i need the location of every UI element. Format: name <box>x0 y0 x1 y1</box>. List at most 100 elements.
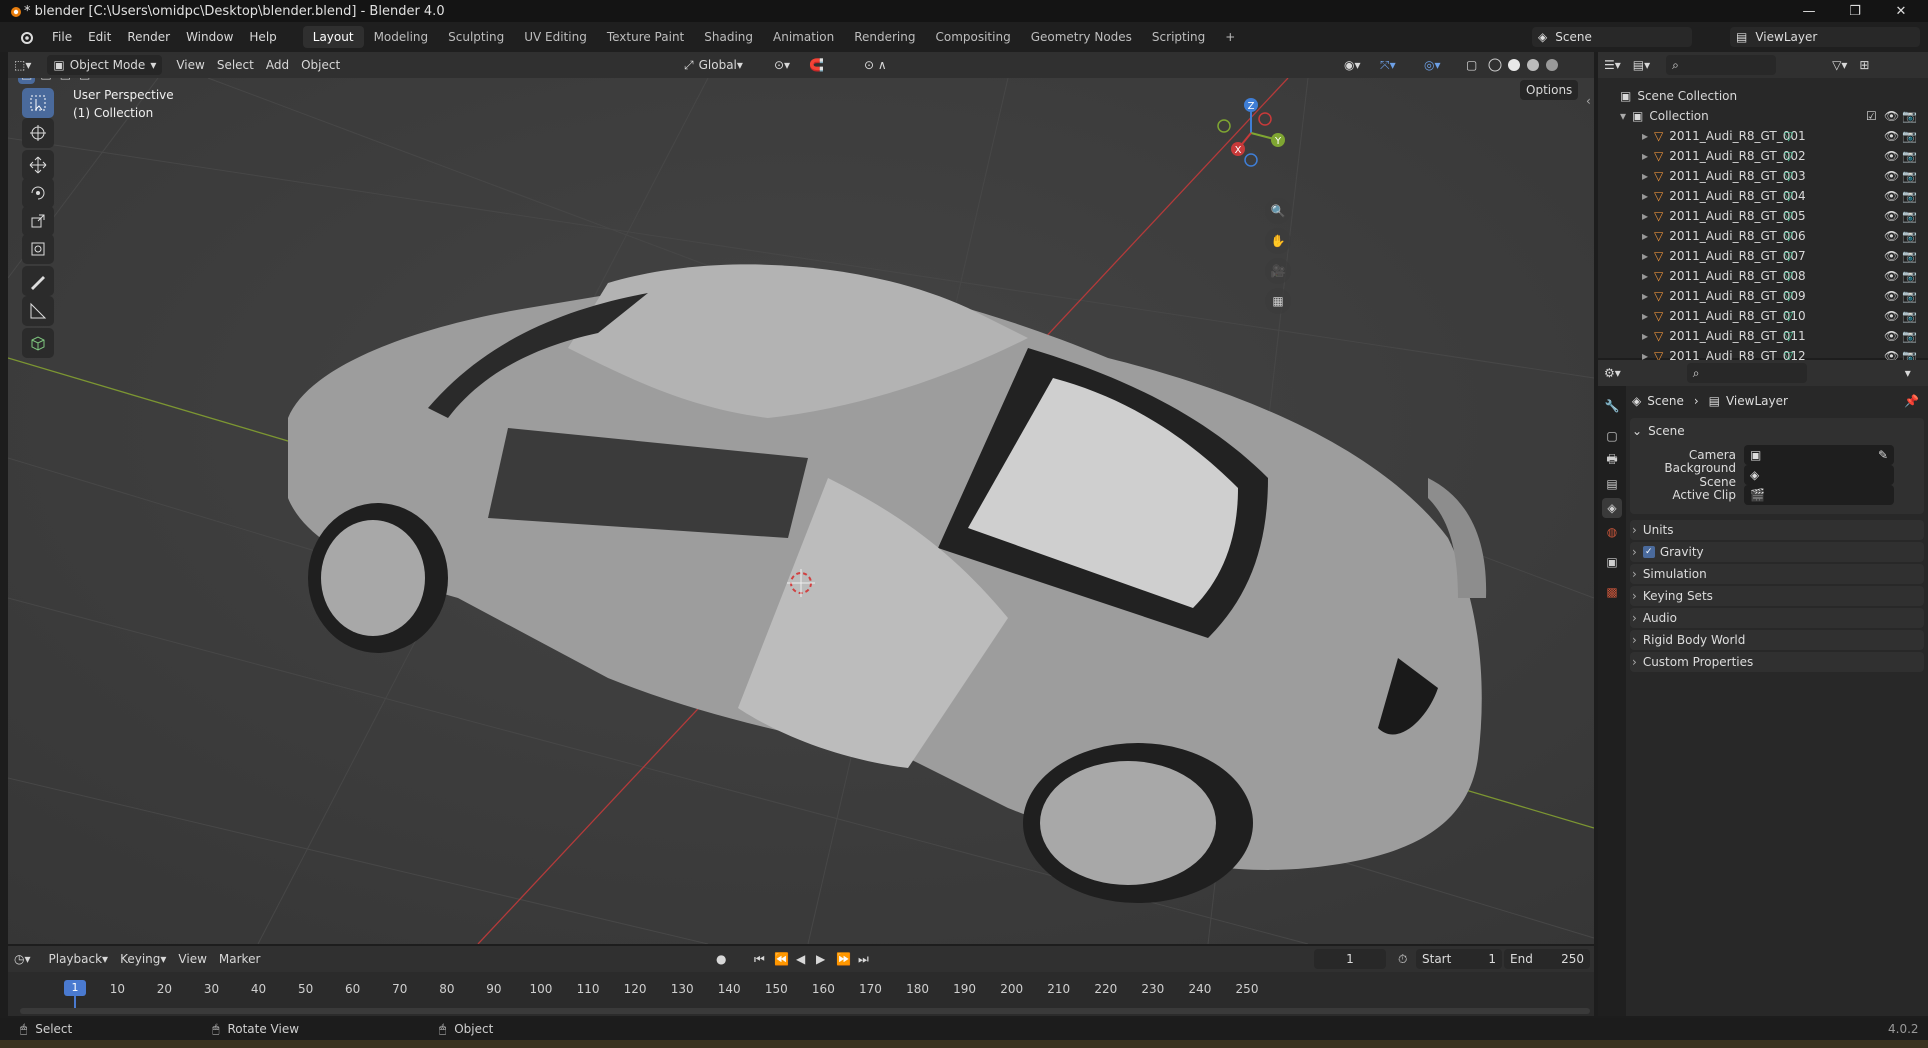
tab-animation[interactable]: Animation <box>763 26 844 48</box>
shading-mode-icons[interactable] <box>1486 56 1566 74</box>
expand-arrow-icon[interactable]: ▸ <box>1642 209 1648 223</box>
cursor-tool-icon[interactable] <box>22 118 54 148</box>
eye-icon[interactable]: 👁 <box>1884 169 1899 183</box>
render-camera-icon[interactable]: 📷 <box>1902 149 1917 163</box>
mesh-data-icon[interactable]: ▽ <box>1784 129 1793 143</box>
select-extend-mode-icon[interactable]: ▣ <box>37 78 54 84</box>
render-camera-icon[interactable]: 📷 <box>1902 209 1917 223</box>
render-camera-icon[interactable]: 📷 <box>1902 229 1917 243</box>
pivot-icon[interactable]: ⊙▾ <box>768 55 796 75</box>
expand-arrow-icon[interactable]: ▸ <box>1642 129 1648 143</box>
checkbox-icon[interactable]: ☑ <box>1866 109 1877 123</box>
measure-tool-icon[interactable] <box>22 296 54 326</box>
scale-tool-icon[interactable] <box>22 206 54 236</box>
eye-icon[interactable]: 👁 <box>1884 109 1899 123</box>
mesh-data-icon[interactable]: ▽ <box>1784 169 1793 183</box>
render-camera-icon[interactable]: 📷 <box>1902 269 1917 283</box>
select-subtract-mode-icon[interactable]: ▣ <box>57 78 74 84</box>
tab-sculpting[interactable]: Sculpting <box>438 26 514 48</box>
gizmo-toggle-icon[interactable]: ⤧▾ <box>1374 55 1402 75</box>
rotate-tool-icon[interactable] <box>22 178 54 208</box>
collection-tab-icon[interactable]: ▣ <box>1602 552 1622 572</box>
outliner-object-row[interactable]: ▸ ▽ 2011_Audi_R8_GT_001 ▽ 👁 📷 <box>1598 126 1928 146</box>
blender-menu-icon[interactable] <box>18 29 34 45</box>
tab-uv-editing[interactable]: UV Editing <box>514 26 597 48</box>
transform-tool-icon[interactable] <box>22 234 54 264</box>
sidebar-toggle-icon[interactable]: ‹ <box>1586 94 1591 108</box>
outliner-object-row[interactable]: ▸ ▽ 2011_Audi_R8_GT_009 ▽ 👁 📷 <box>1598 286 1928 306</box>
outliner-object-row[interactable]: ▸ ▽ 2011_Audi_R8_GT_011 ▽ 👁 📷 <box>1598 326 1928 346</box>
render-camera-icon[interactable]: 📷 <box>1902 249 1917 263</box>
world-tab-icon[interactable]: ◍ <box>1602 522 1622 542</box>
gravity-checkbox[interactable]: ✓ <box>1642 546 1655 558</box>
eyedropper-icon[interactable]: ✎ <box>1878 448 1888 462</box>
render-camera-icon[interactable]: 📷 <box>1902 189 1917 203</box>
orientation-selector[interactable]: ⤢ Global ▾ <box>678 55 749 75</box>
camera-field[interactable]: ▣ ✎ <box>1744 445 1894 465</box>
timeline-ruler[interactable]: 10 20 30 40 50 60 70 80 90 100 110 120 130 140 150 160 1… <box>8 946 1594 1016</box>
mesh-data-icon[interactable]: ▽ <box>1784 209 1793 223</box>
expand-arrow-icon[interactable]: ▸ <box>1642 229 1648 243</box>
navigation-gizmo[interactable]: Z Y X <box>1208 92 1298 172</box>
menu-object[interactable]: Object <box>295 55 346 75</box>
annotate-tool-icon[interactable] <box>22 266 54 296</box>
properties-editor-icon[interactable]: ⚙▾ <box>1598 363 1627 383</box>
eye-icon[interactable]: 👁 <box>1884 269 1899 283</box>
eye-icon[interactable]: 👁 <box>1884 129 1899 143</box>
visibility-icon[interactable]: ◉▾ <box>1338 55 1367 75</box>
expand-arrow-icon[interactable]: ▸ <box>1642 309 1648 323</box>
outliner-object-row[interactable]: ▸ ▽ 2011_Audi_R8_GT_008 ▽ 👁 📷 <box>1598 266 1928 286</box>
render-camera-icon[interactable]: 📷 <box>1902 129 1917 143</box>
tab-rendering[interactable]: Rendering <box>844 26 925 48</box>
minimize-button[interactable]: — <box>1786 0 1832 22</box>
mesh-data-icon[interactable]: ▽ <box>1784 189 1793 203</box>
tab-shading[interactable]: Shading <box>694 26 763 48</box>
render-camera-icon[interactable]: 📷 <box>1902 169 1917 183</box>
playhead[interactable]: 1 <box>64 980 86 996</box>
eye-icon[interactable]: 👁 <box>1884 229 1899 243</box>
maximize-button[interactable]: ❐ <box>1832 0 1878 22</box>
mesh-data-icon[interactable]: ▽ <box>1784 329 1793 343</box>
expand-arrow-icon[interactable]: ▸ <box>1642 269 1648 283</box>
menu-help[interactable]: Help <box>241 30 284 44</box>
collapsed-panel-header[interactable]: › Audio <box>1632 607 1922 629</box>
scene-selector[interactable]: ◈ Scene <box>1532 27 1692 47</box>
tab-compositing[interactable]: Compositing <box>925 26 1020 48</box>
outliner-object-row[interactable]: ▸ ▽ 2011_Audi_R8_GT_005 ▽ 👁 📷 <box>1598 206 1928 226</box>
menu-add[interactable]: Add <box>260 55 295 75</box>
zoom-icon[interactable]: 🔍 <box>1265 198 1291 224</box>
outliner-object-row[interactable]: ▸ ▽ 2011_Audi_R8_GT_010 ▽ 👁 📷 <box>1598 306 1928 326</box>
outliner-object-row[interactable]: ▸ ▽ 2011_Audi_R8_GT_002 ▽ 👁 📷 <box>1598 146 1928 166</box>
active-clip-field[interactable]: 🎬 <box>1744 485 1894 505</box>
eye-icon[interactable]: 👁 <box>1884 309 1899 323</box>
move-tool-icon[interactable] <box>22 150 54 180</box>
collection-row[interactable]: ▾ ▣ Collection ☑ 👁 📷 <box>1598 106 1928 126</box>
eye-icon[interactable]: 👁 <box>1884 189 1899 203</box>
view-layer-tab-icon[interactable]: ▤ <box>1602 474 1622 494</box>
tab-modeling[interactable]: Modeling <box>364 26 439 48</box>
eye-icon[interactable]: 👁 <box>1884 329 1899 343</box>
outliner-search-input[interactable]: ⌕ <box>1666 55 1777 75</box>
mesh-data-icon[interactable]: ▽ <box>1784 309 1793 323</box>
menu-edit[interactable]: Edit <box>80 30 119 44</box>
options-button[interactable]: Options <box>1520 80 1579 100</box>
collapsed-panel-header[interactable]: › Custom Properties <box>1632 651 1922 673</box>
editor-type-icon[interactable]: ⬚▾ <box>8 55 37 75</box>
outliner-object-row[interactable]: ▸ ▽ 2011_Audi_R8_GT_007 ▽ 👁 📷 <box>1598 246 1928 266</box>
select-box-tool-icon[interactable] <box>22 88 54 118</box>
expand-arrow-icon[interactable]: ▸ <box>1642 249 1648 263</box>
pin-icon[interactable]: 📌 <box>1904 394 1919 408</box>
collapsed-panel-header[interactable]: › Simulation <box>1632 563 1922 585</box>
menu-select[interactable]: Select <box>211 55 260 75</box>
timeline-scrollbar[interactable] <box>20 1008 1590 1014</box>
mesh-data-icon[interactable]: ▽ <box>1784 149 1793 163</box>
expand-arrow-icon[interactable]: ▾ <box>1620 109 1626 123</box>
render-camera-icon[interactable]: 📷 <box>1902 109 1917 123</box>
add-workspace-button[interactable]: + <box>1215 26 1245 48</box>
menu-window[interactable]: Window <box>178 30 241 44</box>
render-camera-icon[interactable]: 📷 <box>1902 309 1917 323</box>
render-tab-icon[interactable]: ▢ <box>1602 426 1622 446</box>
scene-collection-row[interactable]: ▣ Scene Collection <box>1598 86 1928 106</box>
menu-render[interactable]: Render <box>119 30 178 44</box>
properties-search-input[interactable]: ⌕ <box>1686 363 1807 383</box>
